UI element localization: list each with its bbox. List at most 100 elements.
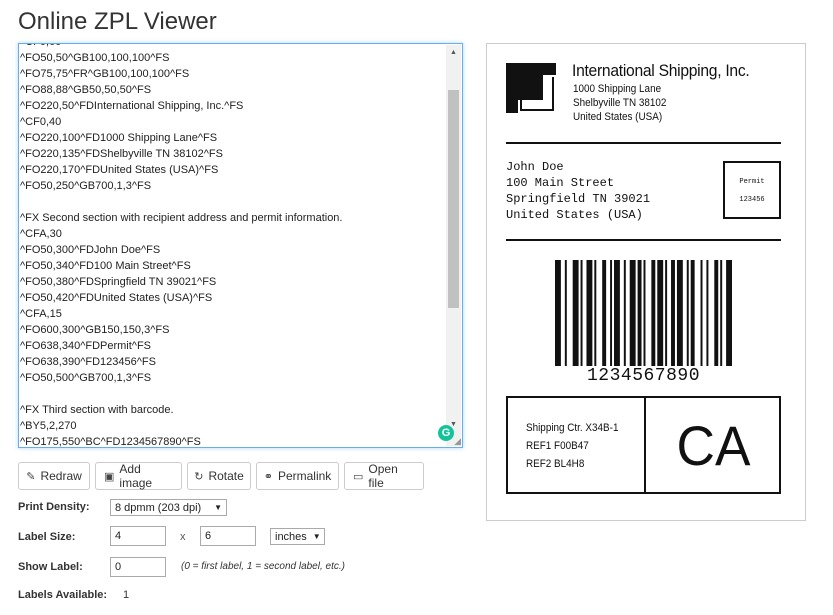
barcode-bar <box>602 260 607 366</box>
barcode-bar <box>665 260 668 366</box>
barcode-bar <box>671 260 675 366</box>
code-line[interactable]: ^FO50,380^FDSpringfield TN 39021^FS <box>20 274 444 290</box>
code-line[interactable]: ^CF0,60 <box>20 44 444 50</box>
code-line[interactable]: ^FO220,100^FD1000 Shipping Lane^FS <box>20 130 444 146</box>
scrollbar-thumb[interactable] <box>448 90 459 308</box>
code-line[interactable]: ^FX Second section with recipient addres… <box>20 210 444 226</box>
permalink-button[interactable]: ⚭ Permalink <box>256 462 339 490</box>
print-density-value: 8 dpmm (203 dpi) <box>115 501 202 514</box>
label-size-label: Label Size: <box>18 531 76 543</box>
labels-available-value: 1 <box>123 589 130 601</box>
code-line[interactable]: ^FO175,550^BC^FD1234567890^FS <box>20 434 444 447</box>
code-line[interactable]: ^FO220,135^FDShelbyville TN 38102^FS <box>20 146 444 162</box>
barcode-bar <box>586 260 593 366</box>
permit-box: Permit 123456 <box>723 161 781 219</box>
code-line[interactable]: ^FO638,340^FDPermit^FS <box>20 338 444 354</box>
barcode-bar <box>572 260 579 366</box>
code-line[interactable]: ^BY5,2,270 <box>20 418 444 434</box>
company-logo-icon <box>506 63 556 113</box>
permit-label: Permit <box>739 178 765 186</box>
code-line[interactable]: ^CFA,30 <box>20 226 444 242</box>
recipient-line: United States (USA) <box>506 208 643 222</box>
sender-address-line: Shelbyville TN 38102 <box>573 97 667 109</box>
chevron-down-icon: ▼ <box>214 503 222 512</box>
barcode-bar <box>629 260 636 366</box>
code-line[interactable]: ^FO50,500^GB700,1,3^FS <box>20 370 444 386</box>
size-separator: x <box>180 531 186 543</box>
barcode-bar <box>643 260 646 366</box>
company-name: International Shipping, Inc. <box>572 61 750 80</box>
labels-available-label: Labels Available: <box>18 589 108 601</box>
code-line[interactable]: ^FO220,170^FDUnited States (USA)^FS <box>20 162 444 178</box>
code-line[interactable]: ^FO50,300^FDJohn Doe^FS <box>20 242 444 258</box>
code-line[interactable]: ^FO600,300^GB150,150,3^FS <box>20 322 444 338</box>
permit-number: 123456 <box>739 196 765 204</box>
scroll-up-arrow-icon[interactable]: ▲ <box>446 45 461 60</box>
label-width-input[interactable] <box>110 526 166 546</box>
shipping-line: REF2 BL4H8 <box>526 458 585 470</box>
recipient-line: Springfield TN 39021 <box>506 192 651 206</box>
code-line[interactable] <box>20 386 444 402</box>
resize-grip-icon[interactable]: ◢ <box>451 436 461 446</box>
barcode-bar <box>686 260 689 366</box>
label-preview: International Shipping, Inc. 1000 Shippi… <box>486 43 806 521</box>
code-line[interactable] <box>20 194 444 210</box>
editor-scrollbar[interactable]: ▲ ▼ <box>446 45 461 446</box>
redraw-button-label: Redraw <box>40 469 82 483</box>
folder-open-icon: ▭ <box>353 470 364 483</box>
show-label-input[interactable] <box>110 557 166 577</box>
page-title: Online ZPL Viewer <box>18 8 217 35</box>
show-label-label: Show Label: <box>18 561 83 573</box>
barcode-bar <box>614 260 620 366</box>
barcode-bar <box>690 260 695 366</box>
rotate-icon: ↻ <box>194 470 204 483</box>
unit-select[interactable]: inches ▼ <box>270 528 325 545</box>
chevron-down-icon: ▼ <box>312 532 321 541</box>
label-height-input[interactable] <box>200 526 256 546</box>
rotate-button[interactable]: ↻ Rotate <box>187 462 251 490</box>
barcode-bar <box>637 260 642 366</box>
redraw-button[interactable]: ✎ Redraw <box>18 462 90 490</box>
code-line[interactable]: ^FO50,420^FDUnited States (USA)^FS <box>20 290 444 306</box>
code-line[interactable]: ^FO220,50^FDInternational Shipping, Inc.… <box>20 98 444 114</box>
barcode-bar <box>676 260 683 366</box>
barcode-bar <box>564 260 567 366</box>
region-code: CA <box>676 413 751 477</box>
barcode-bar <box>594 260 597 366</box>
sender-address-line: United States (USA) <box>573 111 663 123</box>
code-line[interactable]: ^FO638,390^FD123456^FS <box>20 354 444 370</box>
shipping-line: Shipping Ctr. X34B-1 <box>526 422 619 434</box>
code-line[interactable]: ^FO75,75^FR^GB100,100,100^FS <box>20 66 444 82</box>
code-line[interactable]: ^FX Third section with barcode. <box>20 402 444 418</box>
barcode-bar <box>580 260 583 366</box>
barcode-bar <box>700 260 703 366</box>
shipping-line: REF1 F00B47 <box>526 440 589 452</box>
divider <box>506 239 781 241</box>
recipient-line: John Doe <box>506 160 564 174</box>
recipient-line: 100 Main Street <box>506 176 615 190</box>
permalink-button-label: Permalink <box>277 469 332 483</box>
barcode-bar <box>623 260 626 366</box>
add-image-button[interactable]: ▣ Add image <box>95 462 182 490</box>
code-lines[interactable]: ^CF0,60^FO50,50^GB100,100,100^FS^FO75,75… <box>20 44 444 447</box>
barcode-bar <box>610 260 613 366</box>
barcode-bar <box>555 260 561 366</box>
barcode-bar <box>726 260 732 366</box>
print-density-select[interactable]: 8 dpmm (203 dpi) ▼ <box>110 499 227 516</box>
barcode-bar <box>706 260 709 366</box>
open-file-button-label: Open file <box>368 462 398 490</box>
add-image-button-label: Add image <box>119 462 153 490</box>
zpl-code-editor[interactable]: ^CF0,60^FO50,50^GB100,100,100^FS^FO75,75… <box>18 43 463 448</box>
code-line[interactable]: ^FO50,50^GB100,100,100^FS <box>20 50 444 66</box>
code-line[interactable]: ^CF0,40 <box>20 114 444 130</box>
code-line[interactable]: ^FO50,250^GB700,1,3^FS <box>20 178 444 194</box>
link-icon: ⚭ <box>263 470 273 483</box>
barcode-image <box>555 260 732 366</box>
code-line[interactable]: ^FO50,340^FD100 Main Street^FS <box>20 258 444 274</box>
code-line[interactable]: ^FO88,88^GB50,50,50^FS <box>20 82 444 98</box>
rotate-button-label: Rotate <box>208 469 244 483</box>
code-line[interactable]: ^CFA,15 <box>20 306 444 322</box>
image-icon: ▣ <box>104 470 115 483</box>
open-file-button[interactable]: ▭ Open file <box>344 462 424 490</box>
barcode-bar <box>651 260 656 366</box>
